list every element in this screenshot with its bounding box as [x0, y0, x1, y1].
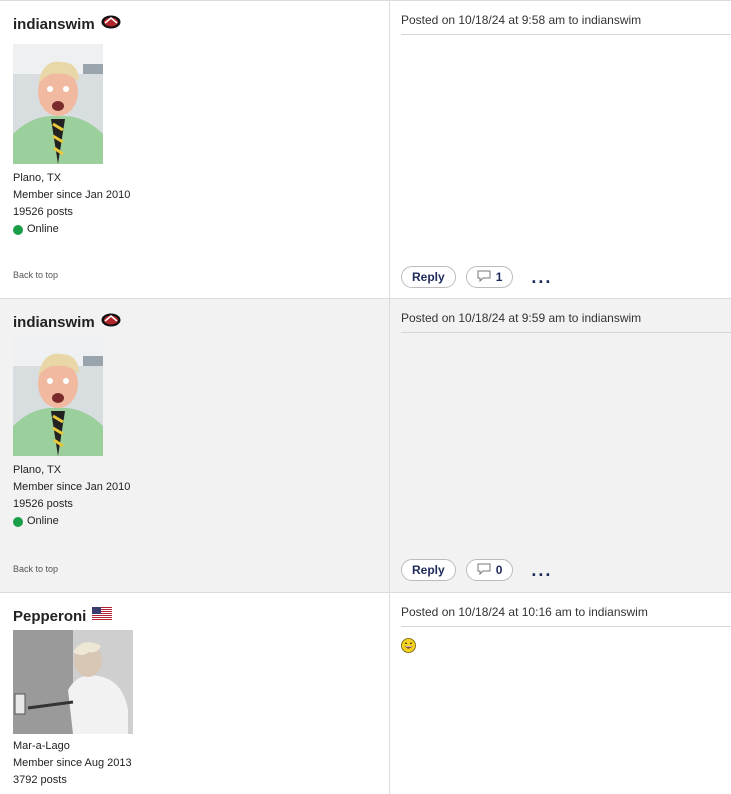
avatar[interactable]: [13, 630, 133, 739]
post: indianswim Plano, TX Member since Jan 20…: [0, 298, 731, 592]
avatar[interactable]: [13, 44, 103, 169]
team-logo-icon: [101, 313, 121, 332]
post-content: Posted on 10/18/24 at 9:59 am to indians…: [401, 299, 731, 592]
comment-icon: [477, 270, 491, 285]
author-username[interactable]: indianswim: [13, 16, 95, 33]
online-status-label: Online: [27, 223, 59, 235]
post-actions: Reply 0 ...: [401, 559, 552, 581]
online-status: Online: [13, 221, 130, 238]
post: Pepperoni Mar-a-Lago Member since Aug 20…: [0, 592, 731, 794]
author-post-count: 19526 posts: [13, 206, 73, 218]
post-meta: Posted on 10/18/24 at 9:58 am to indians…: [401, 13, 642, 27]
online-dot-icon: [13, 516, 23, 527]
comments-button[interactable]: 0: [465, 559, 514, 581]
comment-icon: [477, 563, 491, 578]
author-member-since: Member since Jan 2010: [13, 481, 131, 493]
post-divider: [401, 332, 731, 333]
author-panel: indianswim Plano, TX Member since Jan 20…: [0, 1, 390, 298]
author-info: Mar-a-Lago Member since Aug 2013 3792 po…: [13, 738, 132, 789]
back-to-top-link[interactable]: Back to top: [13, 564, 58, 574]
avatar[interactable]: [13, 336, 103, 461]
post: indianswim Plano, TX Member since Jan 20…: [0, 0, 731, 298]
post-actions: Reply 1 ...: [401, 266, 552, 288]
author-location: Mar-a-Lago: [13, 740, 70, 752]
reply-button[interactable]: Reply: [401, 559, 456, 581]
author-panel: Pepperoni Mar-a-Lago Member since Aug 20…: [0, 593, 390, 794]
author-member-since: Member since Aug 2013: [13, 757, 132, 769]
post-divider: [401, 34, 731, 35]
team-logo-icon: [101, 15, 121, 34]
more-options-button[interactable]: ...: [531, 268, 552, 286]
post-content: Posted on 10/18/24 at 10:16 am to indian…: [401, 593, 731, 794]
more-options-button[interactable]: ...: [531, 561, 552, 579]
author-username[interactable]: Pepperoni: [13, 608, 86, 625]
comment-count: 1: [495, 270, 503, 284]
post-content: Posted on 10/18/24 at 9:58 am to indians…: [401, 1, 731, 298]
author-info: Plano, TX Member since Jan 2010 19526 po…: [13, 462, 130, 530]
author-location: Plano, TX: [13, 172, 62, 184]
laughing-emoji-icon: [401, 638, 416, 658]
online-status-label: Online: [27, 515, 59, 527]
post-divider: [401, 626, 731, 627]
author-member-since: Member since Jan 2010: [13, 189, 131, 201]
online-dot-icon: [13, 224, 23, 235]
author-location: Plano, TX: [13, 464, 62, 476]
online-status: Online: [13, 513, 130, 530]
us-flag-icon: [92, 607, 113, 625]
author-post-count: 3792 posts: [13, 774, 67, 786]
author-username[interactable]: indianswim: [13, 314, 95, 331]
author-post-count: 19526 posts: [13, 498, 73, 510]
author-info: Plano, TX Member since Jan 2010 19526 po…: [13, 170, 130, 238]
comments-button[interactable]: 1: [465, 266, 514, 288]
post-meta: Posted on 10/18/24 at 10:16 am to indian…: [401, 605, 648, 619]
author-panel: indianswim Plano, TX Member since Jan 20…: [0, 299, 390, 592]
post-meta: Posted on 10/18/24 at 9:59 am to indians…: [401, 311, 642, 325]
reply-button[interactable]: Reply: [401, 266, 456, 288]
comment-count: 0: [495, 563, 503, 577]
back-to-top-link[interactable]: Back to top: [13, 270, 58, 280]
